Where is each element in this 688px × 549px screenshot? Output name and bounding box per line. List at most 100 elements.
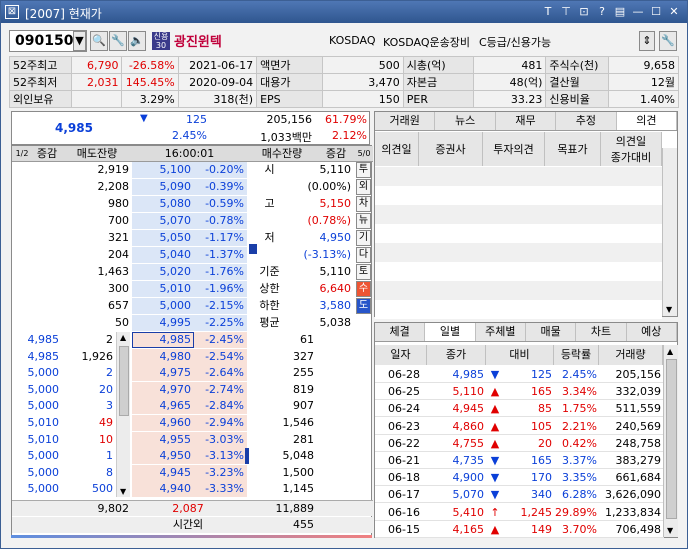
stepper-icon[interactable]: ⇕ [639,31,655,51]
bid-price[interactable]: 4,940 [132,481,194,498]
scroll-up-icon[interactable]: ▲ [667,347,673,356]
daily-close: 4,165 [452,522,485,536]
ask-price[interactable]: 5,000 [132,298,194,314]
tab-opinion-5[interactable]: 의견 [616,112,678,130]
side-button-6[interactable]: 다 [356,247,371,263]
orderbook: 1/2 증감 매도잔량 16:00:01 매수잔량 증감 5/0 2,919 5,… [11,145,373,537]
list-icon[interactable]: ▤ [613,4,627,19]
side-button-5[interactable]: 기 [356,230,371,246]
bid-price[interactable]: 4,955 [132,431,194,448]
ask-price[interactable]: 5,090 [132,179,194,195]
maximize-icon[interactable]: ☐ [649,4,663,19]
summary-value: 5,150 [319,197,352,210]
side-button-7[interactable]: 토 [356,264,371,280]
bid-price[interactable]: 4,950 [132,448,194,465]
tab-daily-4[interactable]: 매물 [526,323,577,341]
opinion-scrollbar[interactable]: ▼ [662,148,677,316]
scroll-thumb[interactable] [119,346,129,416]
pin-icon[interactable]: ⊤ [559,4,573,19]
daily-scrollbar[interactable]: ▲ ▼ [663,345,678,537]
tab-opinion-3[interactable]: 재무 [496,112,557,130]
side-button-9[interactable]: 도 [356,298,371,314]
bid-qty: 1,546 [282,416,315,429]
bid-price[interactable]: 4,970 [132,381,194,398]
bid-price[interactable]: 4,960 [132,415,194,431]
tab-daily-5[interactable]: 차트 [576,323,627,341]
scroll-down-icon[interactable]: ▼ [667,526,673,535]
trade-price: 5,010 [27,432,60,446]
daily-change: 340 [531,488,552,502]
bid-row: 5,010 10 4,955 -3.03% 281 [12,431,373,448]
text-icon[interactable]: T [541,4,555,19]
minimize-icon[interactable]: — [631,4,645,19]
ask-price[interactable]: 5,100 [132,162,194,178]
bid-rate: -2.74% [194,381,247,398]
scroll-up-icon[interactable]: ▲ [120,333,126,342]
help-icon[interactable]: ? [595,4,609,19]
ask-price[interactable]: 5,080 [132,196,194,212]
window-menu-icon[interactable]: ⊠ [5,5,19,19]
ask-price[interactable]: 4,995 [132,315,194,331]
opinion-empty-row [375,262,662,281]
scroll-thumb[interactable] [666,359,677,519]
ask-rate: -1.76% [194,264,247,280]
orderbook-scrollbar[interactable]: ▲ ▼ [116,332,130,497]
opinion-panel: 거래원 뉴스 재무 추정 의견 의견일 증권사 투자의견 목표가 의견일 종가대비 ▼ [374,111,678,319]
ask-price[interactable]: 5,040 [132,247,194,263]
bid-price[interactable]: 4,965 [132,398,194,415]
side-button-3[interactable]: 차 [356,196,371,212]
tab-opinion-2[interactable]: 뉴스 [435,112,496,130]
bid-price[interactable]: 4,945 [132,464,194,481]
daily-row: 06-15 4,165 ▲ 149 3.70% 706,498 [375,521,664,538]
search-icon[interactable]: 🔍 [90,31,108,51]
ask-price[interactable]: 5,020 [132,264,194,280]
ask-remaining-header: 매도잔량 [62,146,132,162]
scroll-down-icon[interactable]: ▼ [120,487,126,496]
bid-qty: 5,048 [282,449,315,463]
daily-volume: 248,758 [615,436,662,450]
tab-daily-3[interactable]: 주체별 [476,323,526,341]
tool-icon[interactable]: 🔧 [109,31,127,51]
sector-label: KOSDAQ운송장비 [383,36,470,49]
bid-qty: 281 [293,432,314,446]
ask-price[interactable]: 5,050 [132,230,194,246]
daily-change: 165 [531,385,552,399]
amount-rate: 2.12% [332,129,367,142]
side-button-2[interactable]: 외 [356,179,371,195]
daily-close: 4,860 [452,419,485,433]
settings-tool-icon[interactable]: 🔧 [659,31,677,51]
toggle-icon[interactable]: 1/2 [12,146,32,162]
daily-close: 4,735 [452,454,485,467]
toggle-icon[interactable]: 5/0 [355,146,373,162]
tab-daily-2[interactable]: 일별 [425,323,476,341]
stock-quote-window: ⊠ [2007] 현재가 T ⊤ ⊡? ▤ — ☐ ✕ 090150 ▼ 🔍 🔧 🔈 신용 3… [0,0,688,549]
bid-price[interactable]: 4,975 [132,365,194,382]
daily-rate: 29.89% [555,505,597,519]
tab-daily-6[interactable]: 예상 [627,323,677,341]
trend-down-icon: ▼ [490,471,500,485]
speaker-icon[interactable]: 🔈 [128,31,146,51]
increase-header-right[interactable]: 증감 [317,146,355,162]
tab-opinion-4[interactable]: 추정 [556,112,617,130]
code-dropdown-icon[interactable]: ▼ [73,31,86,51]
info-label: 자본금 [402,73,475,91]
scroll-down-icon[interactable]: ▼ [666,305,672,314]
ask-qty: 2,919 [97,163,130,176]
tab-daily-1[interactable]: 체결 [375,323,426,341]
ask-price[interactable]: 5,070 [132,213,194,229]
bid-total: 11,889 [275,502,315,515]
bid-rate: -3.03% [194,431,247,448]
layout-icon[interactable]: ⊡ [577,4,591,19]
daily-change: 20 [538,436,552,450]
bid-price[interactable]: 4,980 [132,348,194,365]
trade-qty: 1 [106,449,113,463]
side-button-8[interactable]: 수 [356,281,371,297]
ask-price[interactable]: 5,010 [132,281,194,297]
side-button-4[interactable]: 뉴 [356,213,371,229]
bid-qty: 1,145 [282,482,315,496]
close-icon[interactable]: ✕ [667,4,681,19]
tab-opinion-1[interactable]: 거래원 [375,112,436,130]
increase-header-left[interactable]: 증감 [32,146,62,162]
side-button-1[interactable]: 투 [356,162,371,178]
title-bar[interactable]: ⊠ [2007] 현재가 T ⊤ ⊡? ▤ — ☐ ✕ [1,1,687,23]
